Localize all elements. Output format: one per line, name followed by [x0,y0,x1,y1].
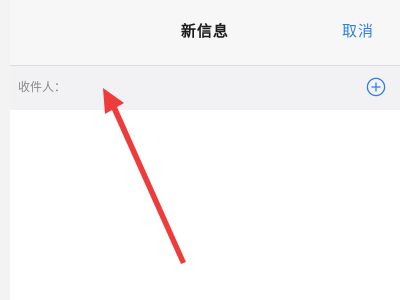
navigation-bar: 新信息 取消 [10,0,400,66]
message-body-area [10,110,400,300]
plus-circle-icon[interactable] [366,77,386,97]
recipient-label: 收件人： [18,80,67,94]
left-bezel [0,0,10,300]
cancel-button[interactable]: 取消 [342,20,374,41]
new-message-screen: 新信息 取消 收件人： [0,0,400,300]
recipient-row[interactable]: 收件人： [10,66,400,110]
recipient-input[interactable] [72,74,356,100]
